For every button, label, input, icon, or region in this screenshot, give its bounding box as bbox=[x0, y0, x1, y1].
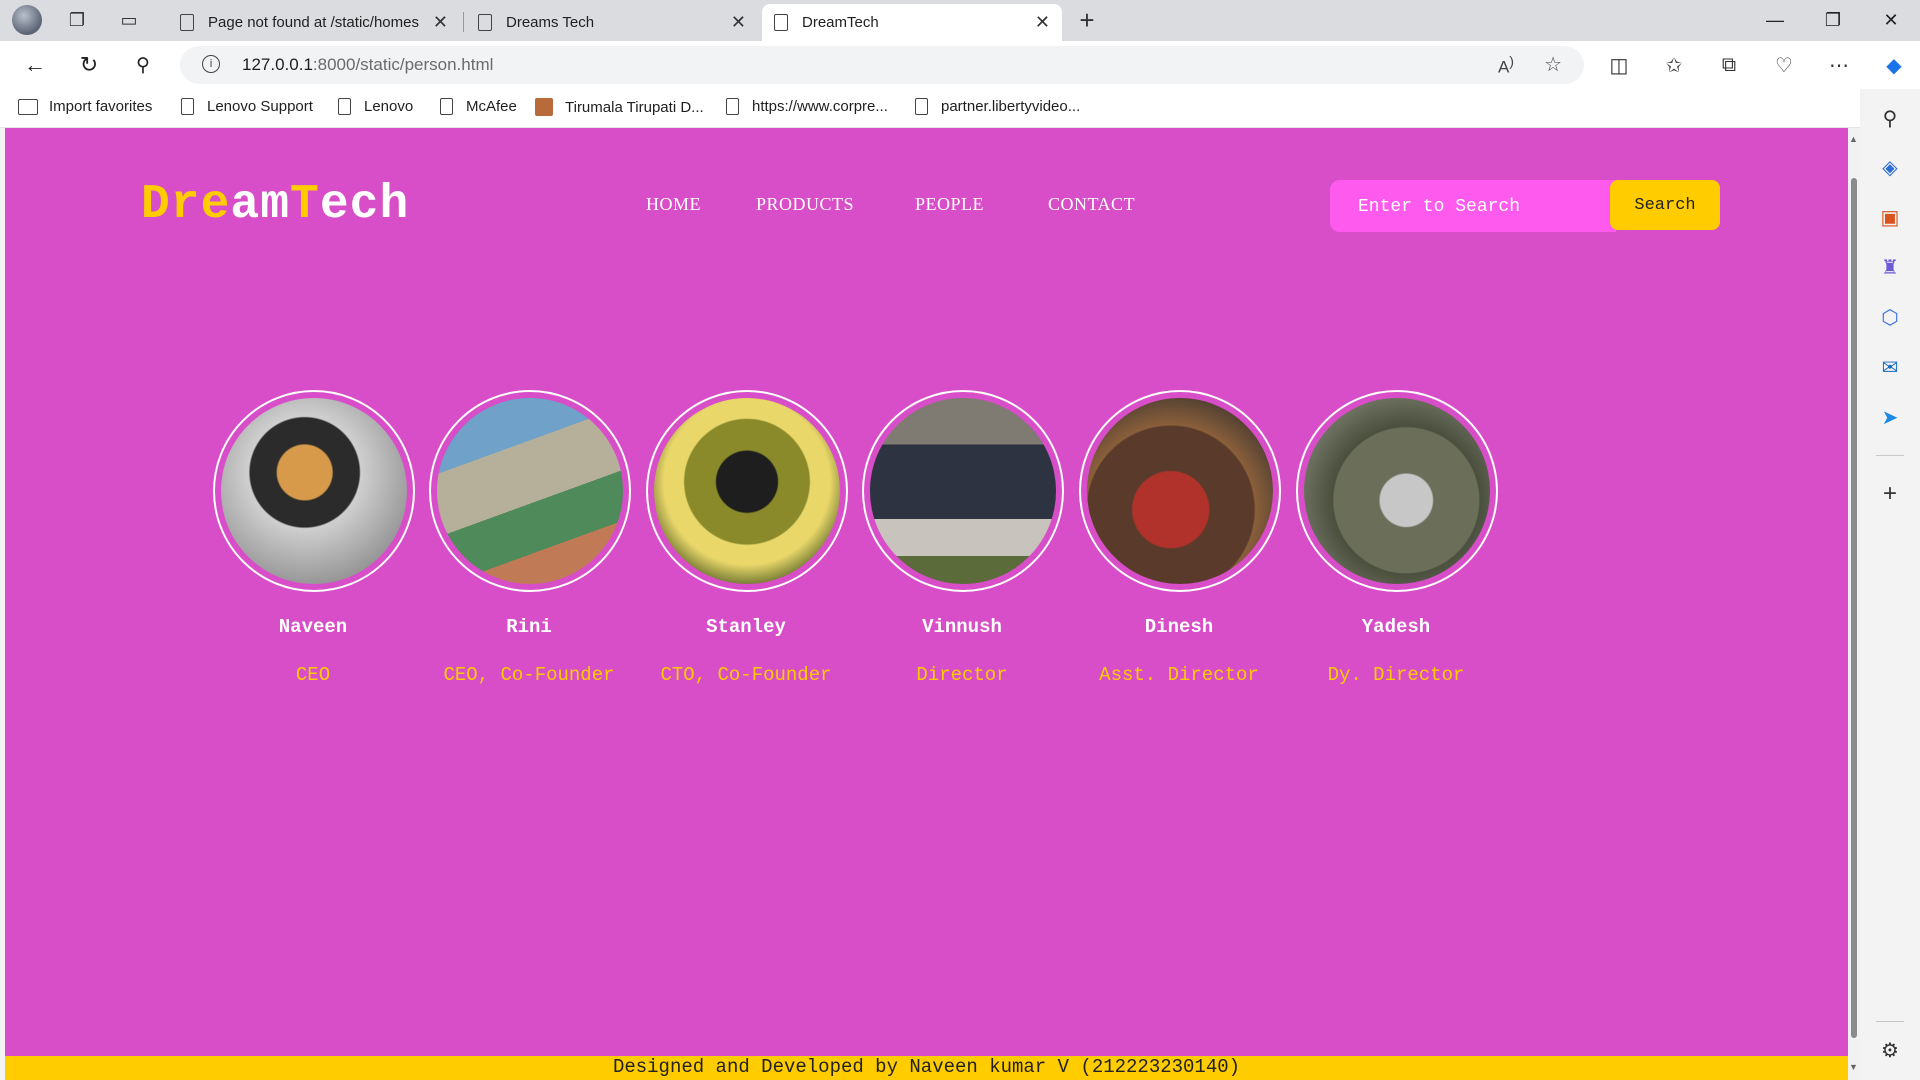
search-button[interactable]: Search bbox=[1610, 180, 1720, 230]
sidebar-shopping-icon[interactable]: ◈ bbox=[1875, 152, 1905, 182]
favorite-import[interactable]: Import favorites bbox=[18, 98, 152, 115]
favorite-mcafee[interactable]: McAfee bbox=[440, 98, 517, 115]
person-card: Rini CEO, Co-Founder bbox=[429, 390, 631, 686]
webpage: DreamTech HOME PRODUCTS PEOPLE CONTACT S… bbox=[5, 128, 1848, 1080]
person-role: Dy. Director bbox=[1327, 664, 1465, 686]
page-icon bbox=[181, 98, 194, 115]
avatar[interactable] bbox=[213, 390, 415, 592]
favorite-libertyvideo[interactable]: partner.libertyvideo... bbox=[915, 98, 1080, 115]
nav-home[interactable]: HOME bbox=[646, 194, 701, 215]
profile-avatar[interactable] bbox=[12, 5, 42, 35]
person-role: Asst. Director bbox=[1099, 664, 1259, 686]
sidebar-send-icon[interactable]: ➤ bbox=[1875, 402, 1905, 432]
read-aloud-icon[interactable]: A) bbox=[1498, 54, 1514, 78]
nav-products[interactable]: PRODUCTS bbox=[756, 194, 854, 215]
favorite-tirumala[interactable]: Tirumala Tirupati D... bbox=[535, 98, 704, 116]
favorite-lenovo-support[interactable]: Lenovo Support bbox=[181, 98, 313, 115]
page-icon bbox=[338, 98, 351, 115]
refresh-icon[interactable]: ↻ bbox=[72, 49, 106, 81]
workspaces-icon[interactable]: ❐ bbox=[62, 6, 92, 34]
tab-dreamtech-active[interactable]: DreamTech ✕ bbox=[762, 4, 1062, 41]
sidebar-games-icon[interactable]: ♜ bbox=[1875, 252, 1905, 282]
avatar[interactable] bbox=[1296, 390, 1498, 592]
close-window-button[interactable]: ✕ bbox=[1868, 6, 1914, 34]
person-name: Vinnush bbox=[922, 616, 1002, 638]
person-name: Rini bbox=[506, 616, 552, 638]
page-icon bbox=[180, 14, 194, 31]
tab-page-not-found[interactable]: Page not found at /static/homes ✕ bbox=[168, 4, 460, 41]
scrollbar-thumb[interactable] bbox=[1851, 178, 1857, 1038]
avatar[interactable] bbox=[429, 390, 631, 592]
favorites-icon[interactable]: ✩ bbox=[1657, 49, 1691, 81]
restore-button[interactable]: ❐ bbox=[1810, 6, 1856, 34]
import-icon bbox=[18, 98, 38, 115]
favorite-star-icon[interactable]: ☆ bbox=[1544, 52, 1562, 77]
address-url[interactable]: 127.0.0.1:8000/static/person.html bbox=[242, 55, 493, 75]
scroll-up-icon[interactable]: ▲ bbox=[1849, 134, 1858, 144]
search-icon[interactable]: ⚲ bbox=[126, 49, 160, 81]
person-name: Dinesh bbox=[1144, 616, 1214, 638]
sidebar-microsoft365-icon[interactable]: ⬡ bbox=[1875, 302, 1905, 332]
favorite-corpre[interactable]: https://www.corpre... bbox=[726, 98, 888, 115]
page-icon bbox=[915, 98, 928, 115]
address-bar[interactable]: i 127.0.0.1:8000/static/person.html A) ☆ bbox=[180, 46, 1584, 84]
person-card: Vinnush Director bbox=[862, 390, 1064, 686]
page-icon bbox=[440, 98, 453, 115]
page-icon bbox=[774, 14, 788, 31]
sidebar-outlook-icon[interactable]: ✉ bbox=[1875, 352, 1905, 382]
person-role: CTO, Co-Founder bbox=[660, 664, 832, 686]
sidebar-tools-icon[interactable]: ▣ bbox=[1875, 202, 1905, 232]
scroll-down-icon[interactable]: ▼ bbox=[1849, 1062, 1858, 1072]
person-card: Yadesh Dy. Director bbox=[1296, 390, 1498, 686]
browser-toolbar: ← ↻ ⚲ i 127.0.0.1:8000/static/person.htm… bbox=[0, 41, 1920, 89]
tab-strip: ❐ ▭ Page not found at /static/homes ✕ Dr… bbox=[0, 0, 1920, 41]
nav-people[interactable]: PEOPLE bbox=[915, 194, 984, 215]
person-role: CEO bbox=[295, 664, 331, 686]
site-info-icon[interactable]: i bbox=[202, 55, 220, 73]
minimize-button[interactable]: — bbox=[1752, 6, 1798, 34]
copilot-icon[interactable]: ◆ bbox=[1877, 49, 1911, 81]
sidebar-settings-icon[interactable]: ⚙ bbox=[1875, 1035, 1905, 1065]
avatar[interactable] bbox=[862, 390, 1064, 592]
page-icon bbox=[478, 14, 492, 31]
search-input[interactable] bbox=[1356, 194, 1600, 220]
avatar[interactable] bbox=[646, 390, 848, 592]
site-logo[interactable]: DreamTech bbox=[141, 178, 409, 232]
page-scrollbar[interactable]: ▲ ▼ bbox=[1848, 128, 1860, 1080]
avatar[interactable] bbox=[1079, 390, 1281, 592]
close-tab-icon[interactable]: ✕ bbox=[731, 12, 746, 33]
sidebar-search-icon[interactable]: ⚲ bbox=[1875, 103, 1905, 133]
close-tab-icon[interactable]: ✕ bbox=[1035, 12, 1050, 33]
new-tab-button[interactable]: + bbox=[1072, 5, 1102, 35]
person-role: Director bbox=[916, 664, 1008, 686]
more-options-icon[interactable]: ⋯ bbox=[1822, 49, 1856, 81]
browser-essentials-icon[interactable]: ♡ bbox=[1767, 49, 1801, 81]
person-name: Yadesh bbox=[1361, 616, 1431, 638]
person-card: Naveen CEO bbox=[213, 390, 415, 686]
tab-actions-icon[interactable]: ▭ bbox=[114, 6, 144, 34]
sidebar-add-icon[interactable]: + bbox=[1875, 479, 1905, 509]
edge-sidebar: ⚲ ◈ ▣ ♜ ⬡ ✉ ➤ + ⚙ bbox=[1860, 89, 1920, 1080]
person-card: Stanley CTO, Co-Founder bbox=[646, 390, 848, 686]
nav-contact[interactable]: CONTACT bbox=[1048, 194, 1135, 215]
page-footer: Designed and Developed by Naveen kumar V… bbox=[5, 1056, 1848, 1080]
favorites-bar: Import favorites Lenovo Support Lenovo M… bbox=[0, 89, 1920, 128]
person-name: Naveen bbox=[278, 616, 348, 638]
site-favicon bbox=[535, 98, 553, 116]
close-tab-icon[interactable]: ✕ bbox=[433, 12, 448, 33]
search-box bbox=[1330, 180, 1616, 232]
collections-icon[interactable]: ⧉ bbox=[1712, 49, 1746, 81]
person-name: Stanley bbox=[706, 616, 786, 638]
person-role: CEO, Co-Founder bbox=[443, 664, 615, 686]
split-screen-icon[interactable]: ◫ bbox=[1602, 49, 1636, 81]
page-icon bbox=[726, 98, 739, 115]
tab-dreams-tech[interactable]: Dreams Tech ✕ bbox=[466, 4, 758, 41]
person-card: Dinesh Asst. Director bbox=[1079, 390, 1281, 686]
favorite-lenovo[interactable]: Lenovo bbox=[338, 98, 413, 115]
back-arrow-icon[interactable]: ← bbox=[18, 49, 52, 81]
